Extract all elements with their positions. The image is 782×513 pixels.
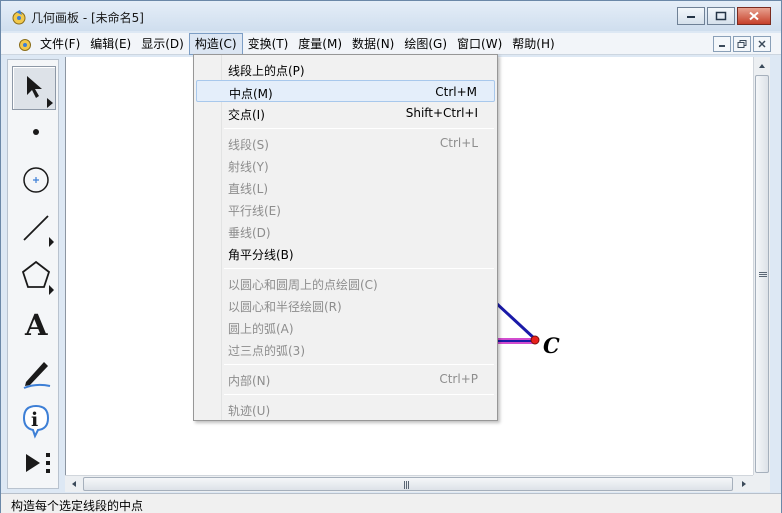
menu-item-arc-three-points[interactable]: 过三点的弧(3)	[196, 338, 495, 360]
scroll-up-icon[interactable]	[755, 59, 769, 73]
status-text: 构造每个选定线段的中点	[11, 499, 144, 513]
menu-display[interactable]: 显示(D)	[136, 33, 189, 55]
info-tool[interactable]: i	[12, 398, 56, 442]
menu-item-line[interactable]: 直线(L)	[196, 176, 495, 198]
vertical-scrollbar[interactable]	[753, 57, 770, 475]
menu-edit[interactable]: 编辑(E)	[85, 33, 136, 55]
point-icon	[33, 129, 39, 135]
menu-separator	[224, 128, 494, 129]
doc-restore-button[interactable]	[733, 36, 751, 52]
text-a-icon: A	[24, 308, 48, 342]
menu-help[interactable]: 帮助(H)	[507, 33, 559, 55]
pentagon-icon	[21, 260, 54, 295]
menu-separator	[224, 364, 494, 365]
point-c-label: C	[543, 333, 560, 358]
window-controls	[677, 7, 771, 25]
vertical-scroll-thumb[interactable]	[755, 75, 769, 473]
close-icon	[749, 11, 759, 21]
maximize-icon	[715, 11, 727, 21]
menu-window[interactable]: 窗口(W)	[452, 33, 507, 55]
menu-item-circle-center-radius[interactable]: 以圆心和半径绘圆(R)	[196, 294, 495, 316]
grip-icon	[759, 272, 767, 277]
segment-bc[interactable]	[494, 301, 537, 341]
menu-file[interactable]: 文件(F)	[35, 33, 85, 55]
scrollbar-corner	[753, 475, 770, 492]
restore-icon	[737, 40, 747, 48]
menu-data[interactable]: 数据(N)	[347, 33, 399, 55]
svg-text:A: A	[24, 308, 48, 342]
menu-item-perpendicular-line[interactable]: 垂线(D)	[196, 220, 495, 242]
arrow-tool[interactable]	[12, 66, 56, 110]
marker-tool[interactable]	[12, 350, 56, 394]
menu-measure[interactable]: 度量(M)	[293, 33, 347, 55]
menu-transform[interactable]: 变换(T)	[243, 33, 294, 55]
menu-item-intersection[interactable]: 交点(I) Shift+Ctrl+I	[196, 102, 495, 124]
maximize-button[interactable]	[707, 7, 735, 25]
menu-item-interior[interactable]: 内部(N) Ctrl+P	[196, 368, 495, 390]
horizontal-scrollbar[interactable]	[65, 475, 753, 492]
marker-pen-icon	[23, 362, 51, 389]
menu-item-segment[interactable]: 线段(S) Ctrl+L	[196, 132, 495, 154]
menu-graph[interactable]: 绘图(G)	[399, 33, 452, 55]
menu-construct[interactable]: 构造(C)	[188, 33, 243, 55]
close-button[interactable]	[737, 7, 771, 25]
doc-minimize-button[interactable]	[713, 36, 731, 52]
title-bar[interactable]: 几何画板 - [未命名5]	[1, 1, 781, 31]
point-c[interactable]	[530, 335, 540, 345]
document-icon[interactable]	[17, 36, 33, 52]
polygon-tool[interactable]	[12, 254, 56, 298]
toolbox: A i	[7, 59, 59, 489]
doc-close-button[interactable]	[753, 36, 771, 52]
circle-compass-icon	[23, 167, 49, 193]
document-window-controls	[711, 36, 771, 52]
menu-bar: 文件(F) 编辑(E) 显示(D) 构造(C) 变换(T) 度量(M) 数据(N…	[1, 33, 781, 55]
construct-menu-dropdown: 线段上的点(P) 中点(M) Ctrl+M 交点(I) Shift+Ctrl+I…	[193, 54, 498, 421]
window-title: 几何画板 - [未命名5]	[31, 11, 144, 25]
minimize-icon	[687, 16, 695, 18]
menu-separator	[224, 394, 494, 395]
scroll-left-icon[interactable]	[67, 477, 81, 491]
segment-icon	[23, 215, 54, 247]
menu-item-parallel-line[interactable]: 平行线(E)	[196, 198, 495, 220]
menu-items: 文件(F) 编辑(E) 显示(D) 构造(C) 变换(T) 度量(M) 数据(N…	[35, 33, 560, 55]
horizontal-scroll-thumb[interactable]	[83, 477, 733, 491]
scroll-right-icon[interactable]	[737, 477, 751, 491]
close-icon	[758, 40, 766, 48]
menu-separator	[224, 268, 494, 269]
straightedge-tool[interactable]	[12, 206, 56, 250]
minimize-button[interactable]	[677, 7, 705, 25]
menu-item-circle-center-point[interactable]: 以圆心和圆周上的点绘圆(C)	[196, 272, 495, 294]
point-tool[interactable]	[12, 110, 56, 154]
menu-item-arc-on-circle[interactable]: 圆上的弧(A)	[196, 316, 495, 338]
app-window: 几何画板 - [未命名5] 文件(F) 编辑(E) 显示(D) 构造(C) 变换…	[0, 0, 782, 513]
svg-text:i: i	[31, 409, 38, 431]
minimize-icon	[719, 45, 725, 47]
menu-item-angle-bisector[interactable]: 角平分线(B)	[196, 242, 495, 264]
arrow-select-icon	[27, 76, 53, 108]
custom-tool[interactable]	[12, 442, 56, 486]
grip-icon	[404, 481, 409, 489]
menu-item-ray[interactable]: 射线(Y)	[196, 154, 495, 176]
menu-item-locus[interactable]: 轨迹(U)	[196, 398, 495, 420]
menu-item-point-on-segment[interactable]: 线段上的点(P)	[196, 58, 495, 80]
menu-item-midpoint[interactable]: 中点(M) Ctrl+M	[196, 80, 495, 102]
custom-play-icon	[26, 453, 50, 473]
info-icon: i	[22, 404, 50, 439]
status-bar: 构造每个选定线段的中点	[1, 493, 781, 513]
app-logo-icon	[12, 10, 26, 25]
text-tool[interactable]: A	[12, 302, 56, 346]
compass-tool[interactable]	[12, 158, 56, 202]
